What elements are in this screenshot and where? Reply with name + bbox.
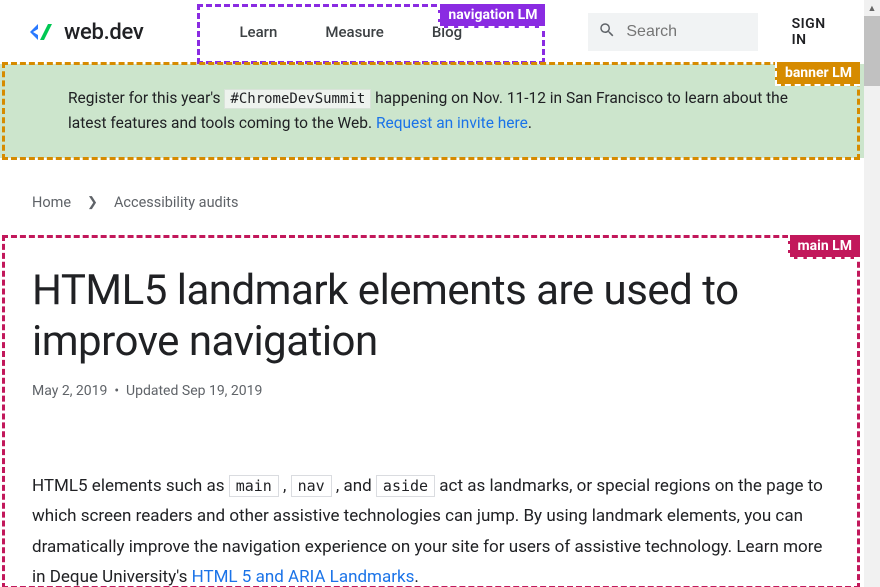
signin-link[interactable]: SIGN IN: [792, 16, 836, 48]
chevron-right-icon: ❯: [87, 195, 98, 210]
nav-blog[interactable]: Blog: [408, 23, 486, 41]
scrollbar-track[interactable]: ▲: [864, 0, 880, 587]
main-content: main LM HTML5 landmark elements are used…: [0, 235, 864, 587]
breadcrumb-current[interactable]: Accessibility audits: [114, 194, 239, 211]
banner-text-prefix: Register for this year's: [68, 89, 221, 107]
announcement-banner: Register for this year's #ChromeDevSummi…: [0, 64, 864, 158]
scrollbar-up-arrow[interactable]: ▲: [864, 0, 880, 16]
site-logo[interactable]: web.dev: [28, 20, 143, 45]
published-date: May 2, 2019: [32, 383, 107, 399]
announcement-banner-wrap: Register for this year's #ChromeDevSummi…: [0, 64, 864, 158]
search-icon: [598, 21, 616, 43]
code-aside: aside: [376, 475, 435, 497]
search-input[interactable]: [626, 23, 747, 41]
article-body: HTML5 elements such as main , nav , and …: [32, 471, 832, 587]
banner-suffix: .: [528, 114, 532, 132]
landmark-badge-main: main LM: [788, 235, 860, 259]
nav-learn[interactable]: Learn: [215, 23, 301, 41]
scrollbar-thumb[interactable]: [864, 16, 880, 86]
updated-date: Sep 19, 2019: [182, 383, 263, 399]
primary-nav: navigation LM Learn Measure Blog About: [201, 0, 588, 64]
article-dates: May 2, 2019 • Updated Sep 19, 2019: [32, 383, 832, 399]
code-nav: nav: [291, 475, 332, 497]
breadcrumb: Home ❯ Accessibility audits: [0, 158, 864, 235]
deque-link[interactable]: HTML 5 and ARIA Landmarks: [192, 567, 415, 587]
banner-hashtag: #ChromeDevSummit: [224, 89, 371, 109]
top-header: web.dev navigation LM Learn Measure Blog…: [0, 0, 864, 64]
breadcrumb-home[interactable]: Home: [32, 194, 71, 211]
para-text-3: .: [414, 567, 418, 587]
updated-label: Updated: [126, 383, 178, 399]
search-box[interactable]: [588, 13, 757, 51]
code-main: main: [229, 475, 279, 497]
para-text: HTML5 elements such as: [32, 476, 224, 496]
site-logo-text: web.dev: [64, 20, 143, 45]
banner-invite-link[interactable]: Request an invite here: [376, 114, 528, 132]
webdev-logo-icon: [28, 21, 56, 43]
page-title: HTML5 landmark elements are used to impr…: [32, 265, 832, 367]
nav-measure[interactable]: Measure: [301, 23, 408, 41]
